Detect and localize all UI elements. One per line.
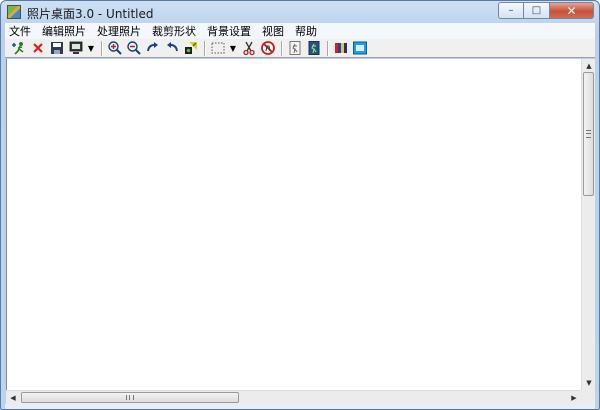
rotate-ccw-icon xyxy=(167,42,178,52)
grip-icon xyxy=(586,130,591,138)
no-symbol-icon xyxy=(261,41,275,55)
status-bar xyxy=(5,404,595,409)
toolbar: ▼ ▼ xyxy=(5,39,595,58)
horizontal-scrollbar[interactable]: ◀ ▶ xyxy=(6,390,595,404)
scissors-icon xyxy=(243,41,255,56)
horizontal-scroll-thumb[interactable] xyxy=(21,392,239,403)
toolbar-separator xyxy=(204,40,206,56)
dotted-rectangle-icon xyxy=(211,42,225,54)
add-photo-button[interactable] xyxy=(11,40,27,56)
select-dropdown-arrow[interactable]: ▼ xyxy=(229,44,237,53)
photo-canvas[interactable] xyxy=(6,59,581,390)
red-x-icon xyxy=(33,43,43,53)
caption-buttons: – □ ✕ xyxy=(498,2,594,19)
toolbar-separator xyxy=(327,40,329,56)
menu-file[interactable]: 文件 xyxy=(9,23,31,39)
monitor-icon xyxy=(69,41,83,54)
color-bars-icon xyxy=(335,43,347,53)
rotate-right-button[interactable] xyxy=(145,40,161,56)
vertical-scrollbar[interactable]: ▲ ▼ xyxy=(581,59,595,390)
toolbar-separator xyxy=(281,40,283,56)
menu-process-photo[interactable]: 处理照片 xyxy=(97,23,141,39)
vertical-scroll-thumb[interactable] xyxy=(583,72,594,196)
delete-button[interactable] xyxy=(30,40,46,56)
no-crop-button[interactable] xyxy=(260,40,276,56)
background-button[interactable] xyxy=(352,40,368,56)
save-button[interactable] xyxy=(49,40,65,56)
grip-icon xyxy=(126,395,134,400)
select-button[interactable] xyxy=(210,40,226,56)
window-title: 照片桌面3.0 - Untitled xyxy=(27,7,154,21)
title-bar[interactable]: 照片桌面3.0 - Untitled – □ ✕ xyxy=(1,1,599,23)
menu-edit-photo[interactable]: 编辑照片 xyxy=(42,23,86,39)
add-photo-icon xyxy=(12,42,24,55)
background-icon xyxy=(353,41,367,55)
magnifier-minus-icon xyxy=(127,41,141,55)
scroll-left-arrow[interactable]: ◀ xyxy=(6,391,20,405)
rotate-cw-icon xyxy=(147,42,158,52)
frame-2-button[interactable] xyxy=(306,40,322,56)
frame-color-icon xyxy=(308,41,320,55)
flip-button[interactable] xyxy=(183,40,199,56)
cut-button[interactable] xyxy=(241,40,257,56)
zoom-in-button[interactable] xyxy=(107,40,123,56)
scrollbar-corner xyxy=(580,390,594,404)
scroll-down-arrow[interactable]: ▼ xyxy=(582,376,596,390)
floppy-disk-icon xyxy=(51,42,63,54)
display-dropdown-arrow[interactable]: ▼ xyxy=(87,44,95,53)
display-button[interactable] xyxy=(68,40,84,56)
menu-crop-shape[interactable]: 裁剪形状 xyxy=(152,23,196,39)
close-button[interactable]: ✕ xyxy=(550,2,594,19)
maximize-button[interactable]: □ xyxy=(524,2,550,19)
menu-bar: 文件 编辑照片 处理照片 裁剪形状 背景设置 视图 帮助 xyxy=(5,23,595,39)
scroll-up-arrow[interactable]: ▲ xyxy=(582,59,596,73)
menu-help[interactable]: 帮助 xyxy=(295,23,317,39)
menu-background[interactable]: 背景设置 xyxy=(207,23,251,39)
toolbar-separator xyxy=(101,40,103,56)
menu-view[interactable]: 视图 xyxy=(262,23,284,39)
magnifier-plus-icon xyxy=(108,41,122,55)
rotate-left-button[interactable] xyxy=(164,40,180,56)
flip-icon xyxy=(185,42,197,54)
zoom-out-button[interactable] xyxy=(126,40,142,56)
app-logo-icon xyxy=(7,5,21,19)
app-window: 照片桌面3.0 - Untitled – □ ✕ 文件 编辑照片 处理照片 裁剪… xyxy=(0,0,600,410)
minimize-button[interactable]: – xyxy=(498,2,524,19)
color-bars-button[interactable] xyxy=(333,40,349,56)
frame-icon xyxy=(289,41,301,55)
frame-1-button[interactable] xyxy=(287,40,303,56)
scroll-right-arrow[interactable]: ▶ xyxy=(567,391,581,405)
